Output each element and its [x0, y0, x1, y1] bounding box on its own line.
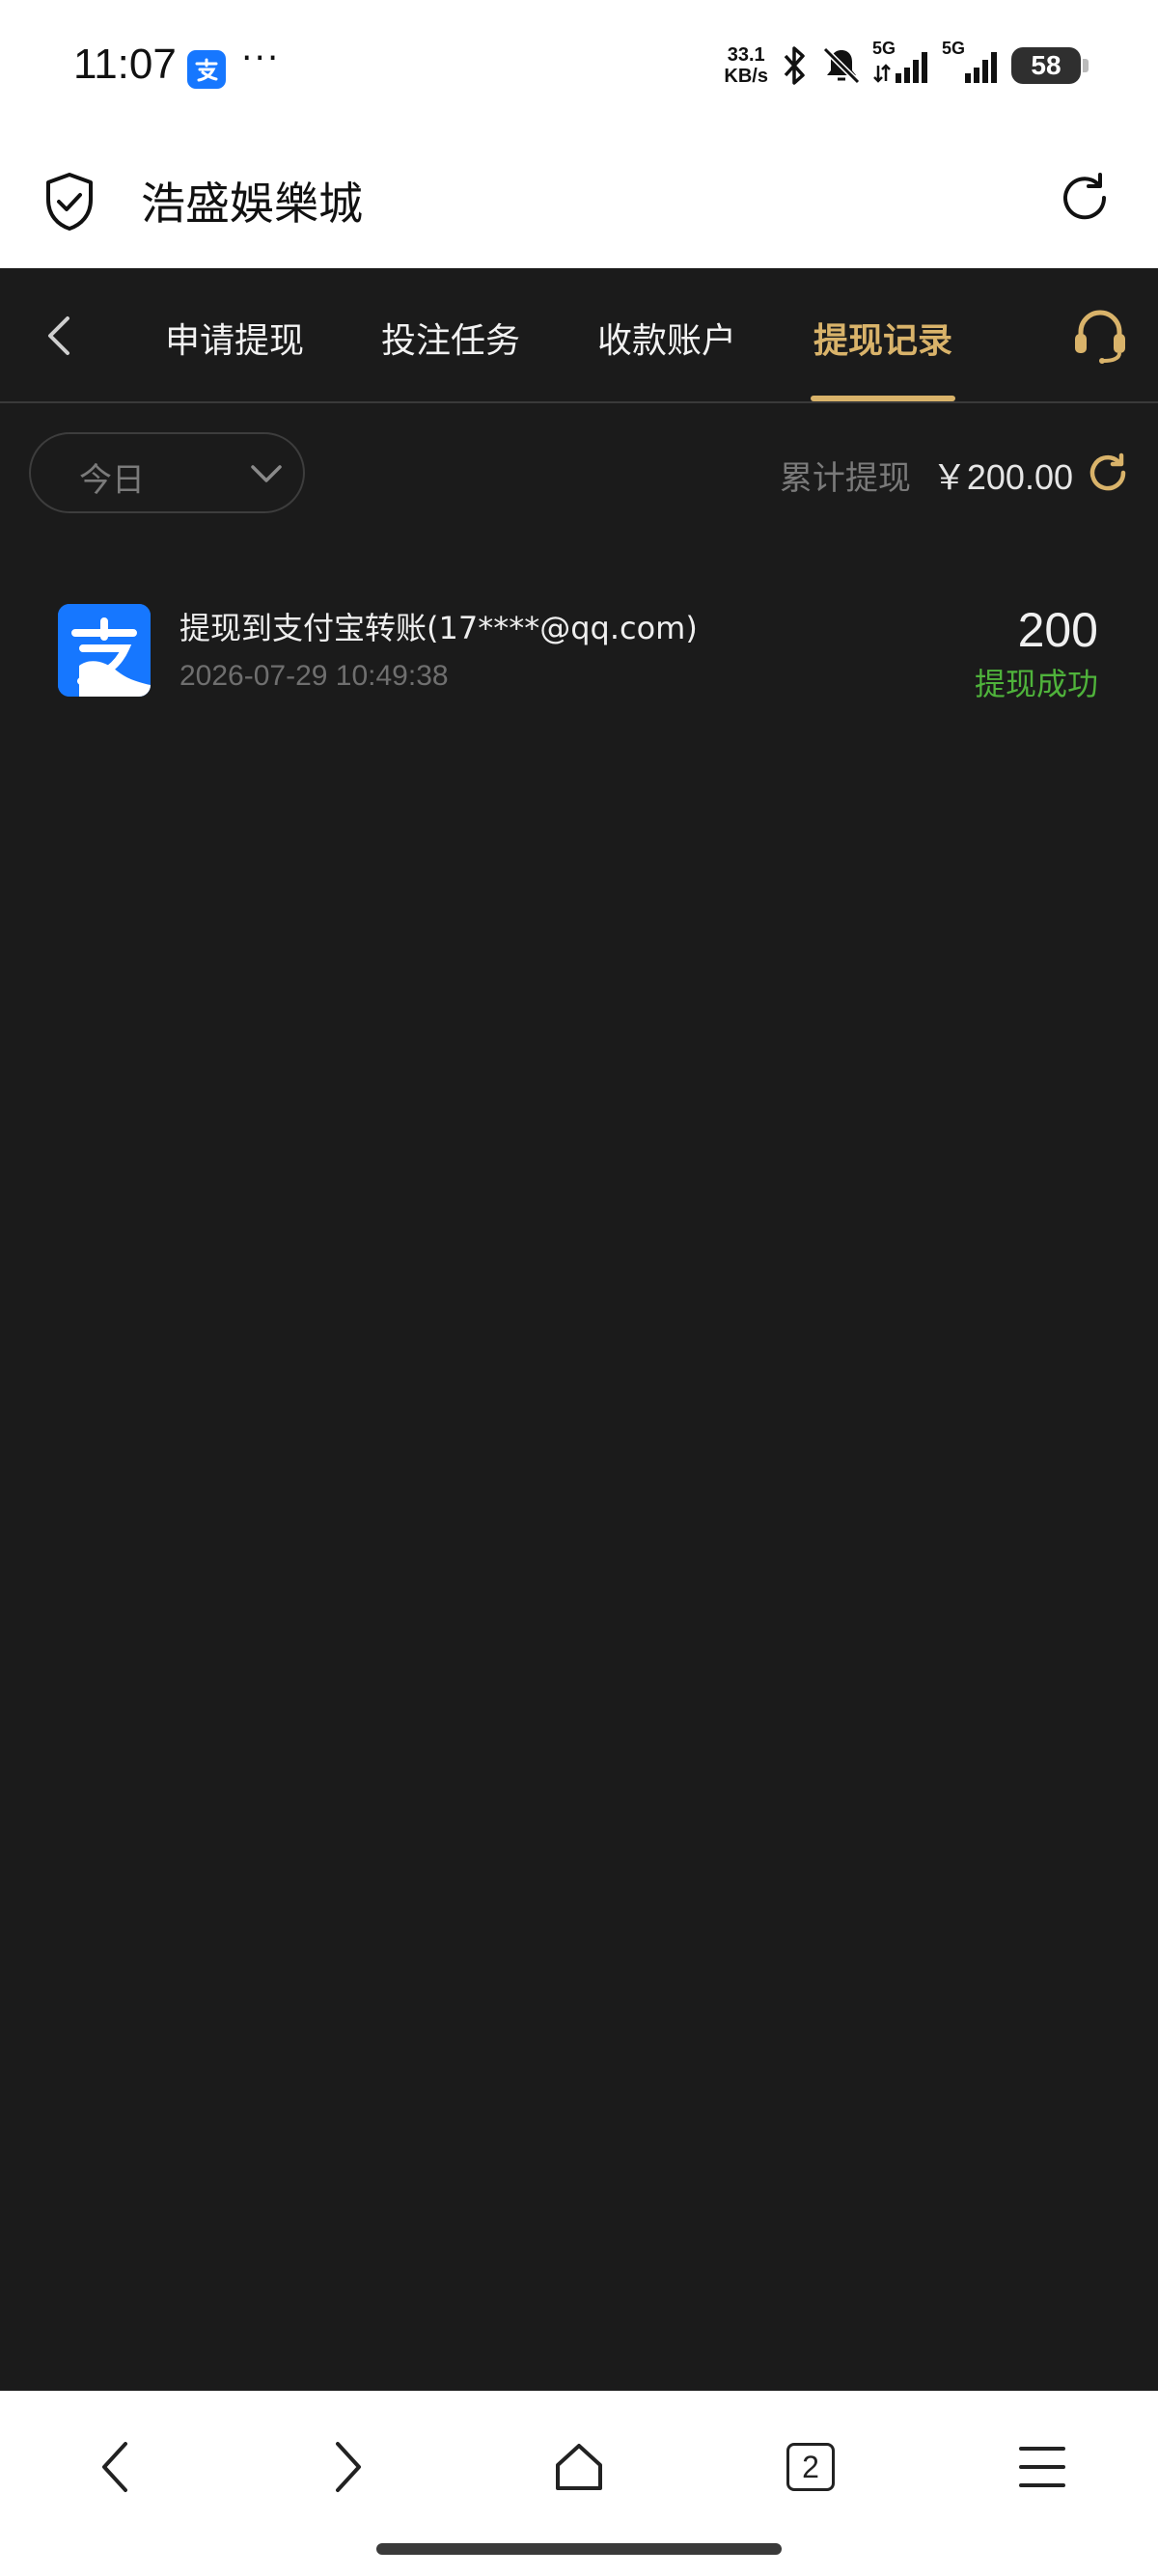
refresh-total-icon[interactable] — [1085, 450, 1131, 500]
cumulative-withdrawal: 累计提现 ￥200.00 — [780, 450, 1073, 500]
mute-icon — [822, 46, 861, 85]
tab-apply-withdraw[interactable]: 申请提现 — [165, 313, 304, 363]
signal-2-icon: 5G — [942, 39, 1002, 87]
browser-back-icon[interactable] — [77, 2433, 154, 2501]
record-status: 提现成功 — [974, 666, 1098, 702]
cumulative-withdrawal-label: 累计提现 — [779, 459, 911, 498]
refresh-icon[interactable] — [1054, 169, 1116, 234]
browser-address-bar: 浩盛娛樂城 — [0, 140, 1158, 268]
browser-menu-icon[interactable] — [1004, 2433, 1081, 2501]
battery-icon: 58 — [1011, 47, 1089, 84]
withdraw-record-row[interactable]: 提现到支付宝转账(17****@qq.com) 2026-07-29 10:49… — [0, 579, 1158, 724]
status-bar: 11:07 ··· 33.1 KB/s 5G 5G 58 — [0, 0, 1158, 140]
active-tab-indicator — [811, 396, 955, 401]
page-title[interactable]: 浩盛娛樂城 — [141, 169, 363, 233]
browser-bottom-toolbar: 2 — [0, 2391, 1158, 2576]
browser-tabs-button[interactable]: 2 — [772, 2433, 849, 2501]
browser-home-icon[interactable] — [540, 2433, 618, 2501]
record-amount: 200 — [1017, 603, 1098, 657]
customer-service-headset-icon[interactable] — [1069, 307, 1131, 369]
record-timestamp: 2026-07-29 10:49:38 — [179, 660, 449, 692]
date-filter-value: 今日 — [79, 461, 145, 500]
shield-check-icon[interactable] — [42, 171, 96, 236]
home-indicator[interactable] — [376, 2543, 782, 2555]
more-notifications-icon: ··· — [241, 39, 281, 78]
back-chevron-icon[interactable] — [39, 311, 81, 365]
tab-betting-tasks[interactable]: 投注任务 — [381, 313, 520, 363]
tab-withdraw-records[interactable]: 提现记录 — [813, 313, 952, 363]
cumulative-withdrawal-value: ￥200.00 — [931, 457, 1073, 497]
signal-1-icon: 5G — [872, 39, 932, 87]
record-title: 提现到支付宝转账(17****@qq.com) — [179, 610, 698, 646]
alipay-icon — [58, 604, 151, 697]
alipay-notification-icon — [187, 50, 226, 89]
status-time: 11:07 — [73, 41, 177, 88]
tab-count: 2 — [786, 2443, 835, 2491]
status-indicators: 33.1 KB/s 5G 5G 58 — [724, 39, 1089, 87]
tab-navigation: 申请提现 投注任务 收款账户 提现记录 — [0, 268, 1158, 403]
tab-payee-accounts[interactable]: 收款账户 — [597, 313, 736, 363]
date-filter-dropdown[interactable]: 今日 — [29, 432, 305, 513]
chevron-down-icon — [251, 465, 282, 482]
bluetooth-icon — [784, 46, 805, 85]
network-speed: 33.1 KB/s — [724, 44, 768, 87]
browser-forward-icon[interactable] — [309, 2433, 386, 2501]
